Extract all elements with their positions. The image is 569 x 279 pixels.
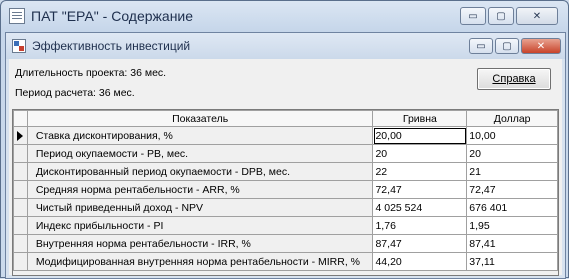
row-indicator <box>13 252 28 271</box>
current-row-arrow-icon <box>17 130 24 141</box>
app-document-icon <box>9 8 25 24</box>
dollar-cell[interactable]: 72,47 <box>466 180 558 199</box>
main-window-title: ПАТ "ЕРА" - Содержание <box>31 8 194 24</box>
investment-efficiency-window: Эффективность инвестиций ▭ ▢ ✕ Длительно… <box>5 32 566 279</box>
dollar-cell[interactable]: 37,11 <box>466 252 558 271</box>
main-minimize-button[interactable]: ▭ <box>460 7 486 25</box>
indicator-name: Чистый приведенный доход - NPV <box>26 198 374 217</box>
hryvnia-cell[interactable]: 87,47 <box>372 234 468 253</box>
column-header-indicator[interactable]: Показатель <box>26 110 374 127</box>
dollar-cell[interactable]: 676 401 <box>466 198 558 217</box>
help-button-label: Справка <box>492 73 536 85</box>
indicators-table: Показатель Гривна Доллар Ставка дисконти… <box>13 110 558 271</box>
inner-close-button[interactable]: ✕ <box>521 38 561 54</box>
indicator-name: Средняя норма рентабельности - ARR, % <box>26 180 374 199</box>
indicator-name: Внутренняя норма рентабельности - IRR, % <box>26 234 374 253</box>
calculation-period-label: Период расчета: 36 мес. <box>15 87 135 99</box>
row-indicator <box>13 198 28 217</box>
main-close-button[interactable]: ✕ <box>516 7 558 25</box>
row-indicator <box>13 180 28 199</box>
window-content: Длительность проекта: 36 мес. Период рас… <box>9 59 562 276</box>
row-indicator <box>13 126 28 145</box>
hryvnia-cell[interactable]: 20 <box>372 144 468 163</box>
column-header-dollar[interactable]: Доллар <box>466 110 558 127</box>
main-title-bar[interactable]: ПАТ "ЕРА" - Содержание ▭ ▢ ✕ <box>1 1 568 31</box>
dollar-cell[interactable]: 87,41 <box>466 234 558 253</box>
dollar-cell[interactable]: 21 <box>466 162 558 181</box>
row-indicator <box>13 144 28 163</box>
table-row[interactable]: Чистый приведенный доход - NPV 4 025 524… <box>13 198 558 217</box>
hryvnia-cell[interactable]: 20,00 <box>372 126 468 145</box>
project-duration-label: Длительность проекта: 36 мес. <box>15 67 167 79</box>
inner-window-controls: ▭ ▢ ✕ <box>467 38 561 54</box>
indicator-name: Дисконтированный период окупаемости - DP… <box>26 162 374 181</box>
hryvnia-cell[interactable]: 4 025 524 <box>372 198 468 217</box>
indicator-name: Модифицированная внутренняя норма рентаб… <box>26 252 374 271</box>
table-row[interactable]: Дисконтированный период окупаемости - DP… <box>13 162 558 181</box>
indicator-name: Индекс прибыльности - PI <box>26 216 374 235</box>
row-indicator <box>13 216 28 235</box>
hryvnia-cell[interactable]: 72,47 <box>372 180 468 199</box>
table-header-row: Показатель Гривна Доллар <box>13 110 558 127</box>
dollar-cell[interactable]: 20 <box>466 144 558 163</box>
main-maximize-button[interactable]: ▢ <box>488 7 514 25</box>
row-indicator <box>13 234 28 253</box>
table-row[interactable]: Модифицированная внутренняя норма рентаб… <box>13 252 558 271</box>
indicator-name: Ставка дисконтирования, % <box>26 126 374 145</box>
dollar-cell[interactable]: 1,95 <box>466 216 558 235</box>
table-row[interactable]: Ставка дисконтирования, % 20,00 10,00 <box>13 126 558 145</box>
main-window: ПАТ "ЕРА" - Содержание ▭ ▢ ✕ Эффективнос… <box>0 0 569 279</box>
inner-minimize-button[interactable]: ▭ <box>469 38 493 54</box>
main-window-controls: ▭ ▢ ✕ <box>458 7 558 25</box>
dollar-cell[interactable]: 10,00 <box>466 126 558 145</box>
indicators-grid: Показатель Гривна Доллар Ставка дисконти… <box>12 109 559 276</box>
report-icon <box>12 39 26 53</box>
hryvnia-cell[interactable]: 22 <box>372 162 468 181</box>
table-row[interactable]: Средняя норма рентабельности - ARR, % 72… <box>13 180 558 199</box>
table-row[interactable]: Индекс прибыльности - PI 1,76 1,95 <box>13 216 558 235</box>
help-button[interactable]: Справка <box>477 68 551 90</box>
row-indicator-header <box>13 110 28 127</box>
inner-window-title: Эффективность инвестиций <box>32 39 191 53</box>
table-row[interactable]: Внутренняя норма рентабельности - IRR, %… <box>13 234 558 253</box>
row-indicator <box>13 162 28 181</box>
inner-maximize-button[interactable]: ▢ <box>495 38 519 54</box>
hryvnia-cell[interactable]: 1,76 <box>372 216 468 235</box>
hryvnia-cell[interactable]: 44,20 <box>372 252 468 271</box>
inner-title-bar[interactable]: Эффективность инвестиций ▭ ▢ ✕ <box>6 33 565 59</box>
table-row[interactable]: Период окупаемости - PB, мес. 20 20 <box>13 144 558 163</box>
column-header-hryvnia[interactable]: Гривна <box>372 110 468 127</box>
indicator-name: Период окупаемости - PB, мес. <box>26 144 374 163</box>
